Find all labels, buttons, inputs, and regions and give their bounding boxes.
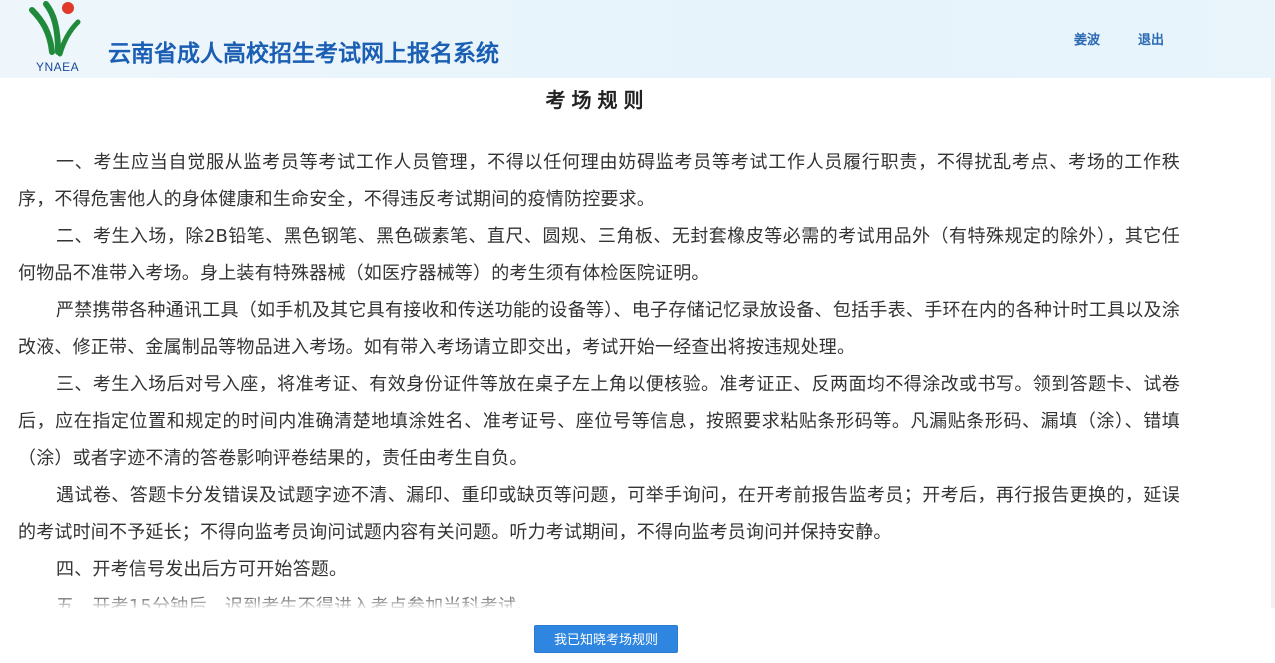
site-title: 云南省成人高校招生考试网上报名系统 [108,41,499,67]
rules-content[interactable]: 考场规则 一、考生应当自觉服从监考员等考试工作人员管理，不得以任何理由妨碍监考员… [0,78,1275,608]
rule-paragraph: 严禁携带各种通讯工具（如手机及其它具有接收和传送功能的设备等）、电子存储记忆录放… [18,300,1180,358]
site-header: YNAEA 云南省成人高校招生考试网上报名系统 姜波 退出 [0,0,1275,78]
logout-link[interactable]: 退出 [1138,29,1164,48]
logo-text: YNAEA [36,60,80,74]
content-scrollbar[interactable] [1271,78,1275,608]
rule-paragraph: 二、考生入场，除2B铅笔、黑色钢笔、黑色碳素笔、直尺、圆规、三角板、无封套橡皮等… [18,226,1180,284]
page-title: 考场规则 [545,88,650,112]
rule-paragraph: 四、开考信号发出后方可开始答题。 [56,559,348,580]
user-name-link[interactable]: 姜波 [1074,29,1100,48]
rules-list: 一、考生应当自觉服从监考员等考试工作人员管理，不得以任何理由妨碍监考员等考试工作… [18,144,1180,608]
acknowledge-rules-button[interactable]: 我已知晓考场规则 [534,625,678,653]
rule-paragraph: 遇试卷、答题卡分发错误及试题字迹不清、漏印、重印或缺页等问题，可举手询问，在开考… [18,485,1180,543]
rule-paragraph: 一、考生应当自觉服从监考员等考试工作人员管理，不得以任何理由妨碍监考员等考试工作… [18,152,1180,210]
content-fade [0,596,1275,610]
rule-paragraph: 三、考生入场后对号入座，将准考证、有效身份证件等放在桌子左上角以便核验。准考证正… [18,374,1180,469]
